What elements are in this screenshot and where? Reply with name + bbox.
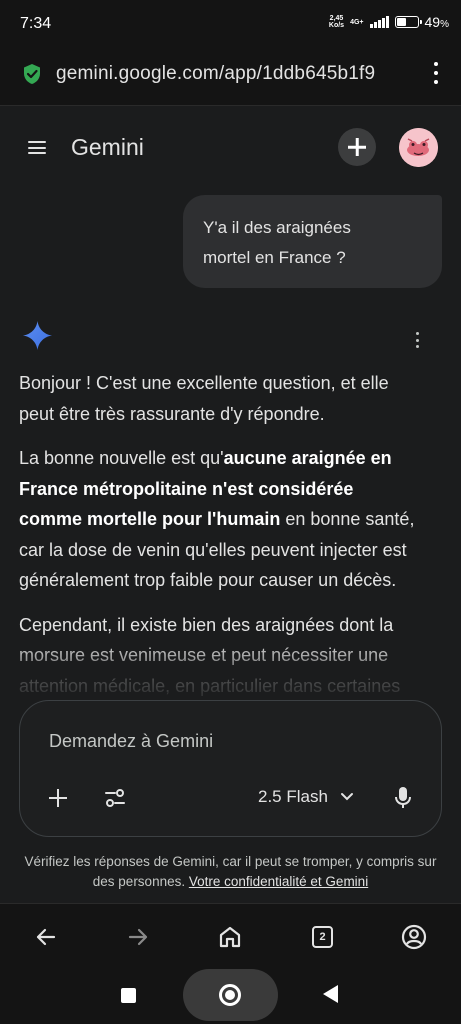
forward-arrow-icon[interactable]	[125, 924, 151, 950]
network-type: 4G+	[350, 18, 364, 26]
response-more-icon[interactable]	[416, 332, 420, 348]
app-title: Gemini	[71, 134, 144, 160]
user-message-line: mortel en France ?	[203, 248, 346, 267]
menu-icon[interactable]	[28, 141, 46, 154]
avatar-image	[399, 128, 438, 167]
gemini-star-icon	[22, 320, 53, 351]
home-icon[interactable]	[217, 924, 243, 950]
privacy-link[interactable]: Votre confidentialité et Gemini	[189, 874, 368, 889]
system-back-button[interactable]	[323, 985, 338, 1003]
battery-icon	[394, 16, 422, 28]
battery-percent: 49%	[424, 14, 449, 30]
disclaimer: Vérifiez les réponses de Gemini, car il …	[24, 854, 437, 889]
response-paragraph: Bonjour ! C'est une excellente question,…	[19, 373, 389, 424]
browser-url-bar[interactable]: gemini.google.com/app/1ddb645b1f9	[0, 48, 461, 106]
url-text[interactable]: gemini.google.com/app/1ddb645b1f9	[56, 63, 406, 85]
tab-switcher-button[interactable]: 2	[312, 926, 333, 948]
tools-icon[interactable]	[104, 787, 126, 809]
signal-icon	[369, 16, 389, 28]
shield-icon[interactable]	[22, 63, 42, 85]
model-name[interactable]: 2.5 Flash	[258, 787, 328, 807]
system-nav-bar	[0, 969, 461, 1024]
account-icon[interactable]	[401, 924, 427, 950]
status-time: 7:34	[20, 15, 52, 32]
recents-button[interactable]	[121, 988, 136, 1003]
model-selector[interactable]: 2.5 Flash	[258, 787, 354, 807]
system-home-button[interactable]	[183, 969, 278, 1021]
chevron-down-icon[interactable]	[340, 792, 354, 802]
user-message-bubble: Y'a il des araignées mortel en France ?	[183, 195, 442, 288]
status-bar: 7:34 2,45 Ko/s 4G+ 49%	[0, 0, 461, 48]
response-paragraph: La bonne nouvelle est qu'aucune araignée…	[19, 448, 415, 590]
browser-bottom-bar: 2	[0, 903, 461, 969]
status-indicators: 2,45 Ko/s 4G+ 49%	[329, 14, 449, 30]
prompt-input-panel[interactable]: Demandez à Gemini 2.5 Flash	[19, 700, 442, 837]
more-vert-icon[interactable]	[433, 62, 439, 84]
avatar[interactable]	[399, 128, 438, 167]
back-arrow-icon[interactable]	[33, 924, 59, 950]
new-chat-button[interactable]	[338, 128, 376, 166]
app-header: Gemini	[0, 106, 461, 186]
prompt-input[interactable]: Demandez à Gemini	[49, 731, 213, 752]
mic-icon[interactable]	[394, 786, 412, 810]
plus-icon[interactable]	[49, 789, 67, 807]
network-speed: 2,45 Ko/s	[328, 15, 345, 29]
user-message-line: Y'a il des araignées	[203, 218, 351, 237]
